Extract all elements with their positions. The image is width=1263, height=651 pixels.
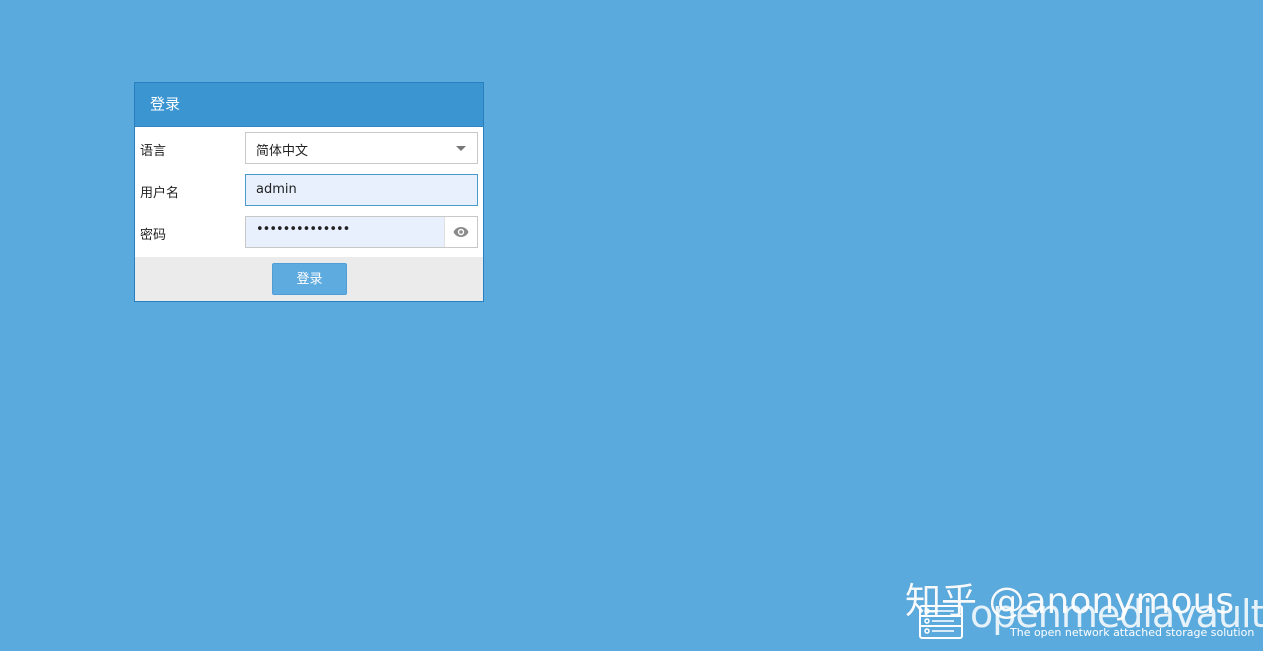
language-row: 语言 简体中文 xyxy=(135,132,483,174)
login-page: 登录 语言 简体中文 用户名 admin 密码 •••••••••••••• 登… xyxy=(0,0,1263,651)
brand-logo-block: openmediavault The open network attached… xyxy=(918,592,1263,644)
show-password-button[interactable] xyxy=(444,217,477,247)
dialog-title: 登录 xyxy=(135,83,483,127)
server-stack-icon xyxy=(919,605,963,639)
username-input[interactable]: admin xyxy=(245,174,478,206)
password-row: 密码 •••••••••••••• xyxy=(135,216,483,258)
language-selected-value: 简体中文 xyxy=(256,144,309,159)
login-dialog: 登录 语言 简体中文 用户名 admin 密码 •••••••••••••• 登… xyxy=(134,82,484,302)
chevron-down-icon[interactable] xyxy=(456,146,466,151)
password-input[interactable]: •••••••••••••• xyxy=(245,216,478,248)
dialog-footer: 登录 xyxy=(135,257,483,301)
password-value: •••••••••••••• xyxy=(256,222,350,237)
username-label: 用户名 xyxy=(140,186,180,201)
brand-tagline: The open network attached storage soluti… xyxy=(1010,626,1255,639)
login-form: 语言 简体中文 用户名 admin 密码 •••••••••••••• xyxy=(135,127,483,258)
language-select[interactable]: 简体中文 xyxy=(245,132,478,164)
language-label: 语言 xyxy=(140,144,167,159)
username-value: admin xyxy=(256,182,297,197)
eye-icon xyxy=(453,227,469,237)
login-button[interactable]: 登录 xyxy=(272,263,347,295)
username-row: 用户名 admin xyxy=(135,174,483,216)
password-label: 密码 xyxy=(140,228,167,243)
